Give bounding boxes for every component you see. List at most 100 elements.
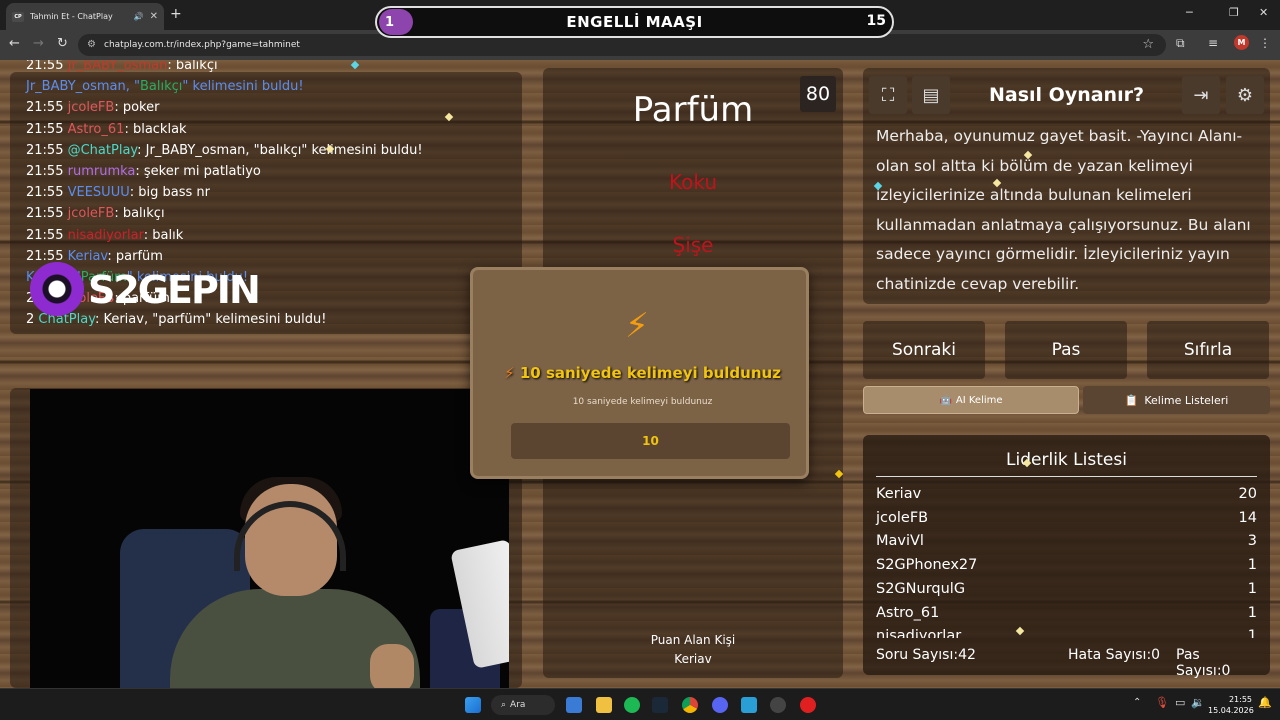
forward-icon[interactable]: →: [33, 36, 44, 51]
questions-count: 42: [958, 647, 976, 663]
list-icon: 📋: [1124, 393, 1139, 407]
round-badge: 1: [379, 9, 413, 35]
menu-icon[interactable]: ⋮: [1259, 36, 1271, 50]
word-lists-button[interactable]: 📋 Kelime Listeleri: [1083, 386, 1270, 414]
howto-text: Merhaba, oyunumuz gayet basit. -Yayıncı …: [876, 127, 1251, 293]
player-score: 3: [1247, 533, 1257, 550]
player-score: 1: [1247, 604, 1257, 621]
chat-message: 21:55 jcoleFB: poker: [26, 100, 160, 116]
next-button[interactable]: Sonraki: [863, 321, 985, 379]
player-name: Keriav: [876, 486, 922, 502]
close-window-icon[interactable]: ✕: [1259, 6, 1268, 19]
player-name: S2GPhonex27: [876, 557, 978, 574]
reload-icon[interactable]: ↻: [57, 36, 68, 51]
back-icon[interactable]: ←: [9, 36, 20, 51]
minimize-icon[interactable]: ─: [1186, 6, 1193, 19]
spotify-icon[interactable]: [624, 697, 640, 713]
errors-label: Hata Sayısı:: [1068, 647, 1152, 663]
reset-button[interactable]: Sıfırla: [1147, 321, 1269, 379]
round-bar: 1 ENGELLİ MAAŞI 15: [375, 6, 894, 38]
chat-message: 21:55 rumrumka: şeker mi patlatiyo: [26, 164, 261, 179]
questions-label: Soru Sayısı:: [876, 647, 959, 663]
search-icon: ⌕: [501, 700, 507, 710]
lightning-icon: ⚡: [504, 364, 515, 382]
round-timer: 15: [866, 13, 886, 29]
youtube-icon[interactable]: [800, 697, 816, 713]
chrome-icon[interactable]: [682, 697, 698, 713]
modal-title: ⚡ 10 saniyede kelimeyi buldunuz: [504, 364, 781, 382]
modal-subtitle: 10 saniyede kelimeyi buldunuz: [572, 397, 713, 407]
site-info-icon[interactable]: ⚙: [87, 39, 96, 50]
category-title: ENGELLİ MAAŞI: [566, 13, 703, 31]
volume-icon[interactable]: 🔉: [1191, 696, 1205, 709]
discord-icon[interactable]: [712, 697, 728, 713]
chat-message: 21:55 VEESUUU: big bass nr: [26, 185, 210, 201]
extensions-icon[interactable]: ⧉: [1176, 36, 1185, 51]
player-score: 14: [1238, 509, 1257, 526]
chat-message: 21:55 Jr_BABY_osman: balıkçı: [26, 60, 218, 73]
target-word: Parfüm: [632, 90, 754, 130]
scorer-name: Keriav: [674, 652, 712, 666]
chat-message: Jr_BABY_osman, "Balıkçı" kelimesini buld…: [26, 79, 304, 95]
new-tab-icon[interactable]: +: [170, 6, 182, 22]
player-score: 1: [1247, 557, 1257, 574]
player-name: Astro_61: [876, 604, 940, 621]
exit-icon[interactable]: ⇥: [1182, 76, 1220, 114]
errors-count: 0: [1151, 647, 1161, 663]
eye-logo-icon: [30, 262, 84, 316]
pass-button[interactable]: Pas: [1005, 321, 1127, 379]
notification-icon[interactable]: 🔔: [1258, 696, 1272, 709]
tab-title: Tahmin Et - ChatPlay: [30, 12, 113, 21]
forbidden-word: Şişe: [672, 233, 714, 257]
profile-avatar[interactable]: M: [1234, 35, 1249, 50]
forbidden-word: Koku: [669, 170, 717, 194]
mic-icon[interactable]: 🎙: [1155, 696, 1169, 709]
leaderboard-row: nisadiyorlar 1: [876, 628, 1257, 638]
maximize-icon[interactable]: ❐: [1229, 6, 1239, 19]
leaderboard-row: MaviVl 3: [876, 533, 1257, 549]
stats-row: Soru Sayısı:42 Hata Sayısı:0 Pas Sayısı:…: [876, 647, 1257, 679]
logo-text: S2GEPIN: [88, 268, 261, 312]
media-icon[interactable]: ≡: [1208, 36, 1218, 50]
taskbar-search[interactable]: ⌕ Ara: [491, 695, 555, 715]
modal-value: 10: [511, 423, 790, 459]
network-icon[interactable]: ▭: [1175, 696, 1185, 709]
speaker-icon[interactable]: 🔊: [134, 12, 144, 21]
player-score: 1: [1247, 580, 1257, 597]
store-icon[interactable]: [566, 697, 582, 713]
chat-message: 21:55 nisadiyorlar: balık: [26, 227, 184, 243]
close-tab-icon[interactable]: ✕: [150, 11, 158, 22]
success-modal: ⚡ ⚡ 10 saniyede kelimeyi buldunuz 10 san…: [470, 267, 809, 479]
lightning-icon: ⚡: [625, 306, 649, 346]
scorer-label: Puan Alan Kişi: [650, 633, 736, 647]
steam-icon[interactable]: [652, 697, 668, 713]
chat-message: 21:55 @ChatPlay: Jr_BABY_osman, "balıkçı…: [26, 142, 423, 158]
windows-start-icon[interactable]: [465, 697, 481, 713]
leaderboard-row: jcoleFB 14: [876, 510, 1257, 526]
leaderboard-title: Liderlik Listesi: [876, 450, 1257, 477]
favicon-icon: CP: [12, 11, 24, 22]
folder-icon[interactable]: [596, 697, 612, 713]
settings-gear-icon[interactable]: ⚙: [1226, 76, 1264, 114]
chevron-up-icon[interactable]: ⌃: [1133, 697, 1141, 708]
ai-word-button[interactable]: 🤖 AI Kelime: [863, 386, 1079, 414]
obs-icon[interactable]: [770, 697, 786, 713]
bookmark-star-icon[interactable]: ☆: [1142, 37, 1154, 52]
player-name: nisadiyorlar: [876, 628, 962, 638]
clock[interactable]: 21:55 15.04.2026: [1208, 694, 1254, 716]
browser-tab[interactable]: CP Tahmin Et - ChatPlay 🔊 ✕: [6, 3, 164, 30]
leaderboard-row: Astro_61 1: [876, 605, 1257, 621]
player-score: 1: [1247, 628, 1257, 638]
chat-message: 21:55 Astro_61: blacklak: [26, 121, 187, 137]
player-name: S2GNurqulG: [876, 580, 966, 597]
leaderboard-row: Keriav 20: [876, 486, 1257, 502]
leaderboard-row: S2GPhonex27 1: [876, 557, 1257, 573]
chat-message: 21:55 jcoleFB: balıkçı: [26, 206, 165, 222]
robot-icon: 🤖: [939, 394, 952, 406]
webcam-feed: [30, 389, 509, 688]
app-icon[interactable]: [741, 697, 757, 713]
passes-count: 0: [1221, 663, 1231, 679]
player-name: MaviVl: [876, 533, 924, 550]
url-text: chatplay.com.tr/index.php?game=tahminet: [104, 40, 300, 50]
taskbar: ⌕ Ara ⌃ 🎙 ▭ 🔉 21:55 15.04.2026 🔔: [0, 688, 1280, 720]
